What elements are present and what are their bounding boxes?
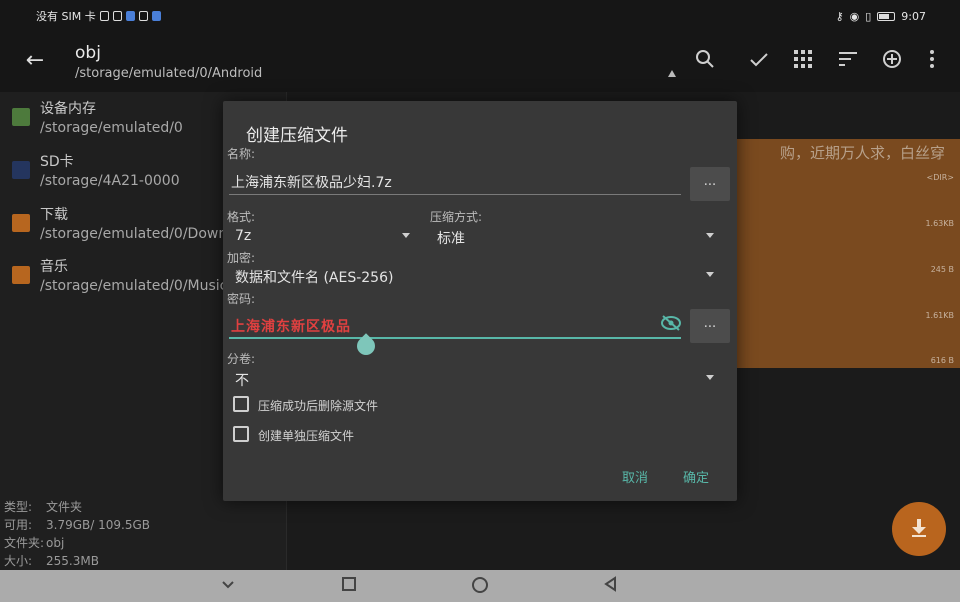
info-value: 文件夹 bbox=[46, 500, 83, 514]
sim-icon bbox=[99, 11, 109, 21]
volume-select[interactable]: 不 bbox=[235, 370, 249, 390]
volume-label: 分卷: bbox=[227, 352, 256, 366]
delete-source-checkbox[interactable] bbox=[233, 396, 249, 412]
sidebar-item-name: 设备内存 bbox=[40, 101, 96, 117]
compress-label: 压缩方式: bbox=[430, 210, 483, 224]
home-icon[interactable] bbox=[470, 576, 490, 596]
system-nav-bar bbox=[0, 570, 960, 602]
sidebar-item-path: /storage/emulated/0/Down bbox=[40, 226, 228, 242]
delete-source-label: 压缩成功后删除源文件 bbox=[258, 399, 379, 413]
wifi-icon bbox=[112, 11, 122, 21]
info-value: obj bbox=[46, 536, 65, 550]
sidebar-item-name: SD卡 bbox=[40, 154, 74, 170]
check-icon[interactable] bbox=[747, 49, 771, 73]
create-archive-dialog: 创建压缩文件 名称: 上海浦东新区极品少妇.7z ... 格式: 7z 压缩方式… bbox=[223, 101, 737, 501]
download-fab[interactable] bbox=[892, 502, 946, 556]
vibrate-icon: ▯ bbox=[865, 9, 872, 23]
info-label: 文件夹: bbox=[4, 536, 45, 550]
folder-title: obj bbox=[75, 43, 101, 63]
sd-card-icon bbox=[12, 161, 30, 179]
download-icon bbox=[910, 518, 928, 538]
dialog-title: 创建压缩文件 bbox=[246, 126, 348, 146]
archive-name-input[interactable]: 上海浦东新区极品少妇.7z bbox=[231, 172, 392, 192]
password-label: 密码: bbox=[227, 292, 256, 306]
info-label: 类型: bbox=[4, 500, 33, 514]
info-free: 可用: 3.79GB/ 109.5GB bbox=[4, 516, 150, 533]
info-type: 类型: 文件夹 bbox=[4, 498, 82, 515]
file-size: 1.61KB bbox=[925, 311, 954, 320]
password-input[interactable]: 上海浦东新区极品 bbox=[231, 316, 351, 336]
carrier-text: 没有 SIM 卡 bbox=[36, 10, 96, 23]
file-size: 616 B bbox=[930, 356, 954, 365]
separate-archive-label: 创建单独压缩文件 bbox=[258, 429, 355, 443]
info-size: 大小: 255.3MB bbox=[4, 552, 99, 569]
eye-status-icon: ◉ bbox=[849, 9, 860, 23]
file-size: 1.63KB bbox=[925, 219, 954, 228]
folder-icon bbox=[12, 214, 30, 232]
format-label: 格式: bbox=[227, 210, 256, 224]
battery-icon bbox=[877, 11, 896, 21]
file-size: 245 B bbox=[930, 265, 954, 274]
info-label: 可用: bbox=[4, 518, 33, 532]
key-icon: ⚷ bbox=[835, 9, 844, 23]
encrypt-label: 加密: bbox=[227, 251, 256, 265]
app-bar: ← obj /storage/emulated/0/Android bbox=[0, 32, 960, 92]
file-size: <DIR> bbox=[926, 173, 954, 182]
sort-icon[interactable] bbox=[836, 49, 860, 73]
visibility-off-icon[interactable] bbox=[660, 314, 682, 332]
volume-dropdown-icon[interactable] bbox=[706, 375, 714, 380]
app-notification-icon bbox=[125, 11, 135, 21]
message-icon bbox=[138, 11, 148, 21]
search-icon[interactable] bbox=[693, 49, 717, 73]
encrypt-select[interactable]: 数据和文件名 (AES-256) bbox=[235, 267, 393, 287]
name-browse-button[interactable]: ... bbox=[690, 167, 730, 201]
device-storage-icon bbox=[12, 108, 30, 126]
more-vert-icon[interactable] bbox=[920, 49, 944, 73]
sidebar-item-path: /storage/emulated/0/Music bbox=[40, 278, 228, 294]
compress-select[interactable]: 标准 bbox=[437, 228, 465, 248]
add-circle-icon[interactable] bbox=[880, 49, 904, 73]
name-label: 名称: bbox=[227, 147, 256, 161]
password-generate-button[interactable]: ... bbox=[690, 309, 730, 343]
selected-file-card[interactable]: 购，近期万人求，白丝穿 <DIR> 1.63KB 245 B 1.61KB 61… bbox=[736, 139, 960, 368]
password-underline bbox=[229, 337, 681, 339]
file-name-text: 购，近期万人求，白丝穿 bbox=[780, 144, 946, 162]
grid-icon[interactable] bbox=[791, 49, 815, 73]
recents-icon[interactable] bbox=[339, 576, 359, 596]
encrypt-dropdown-icon[interactable] bbox=[706, 272, 714, 277]
info-value: 3.79GB/ 109.5GB bbox=[46, 518, 150, 532]
browser-notification-icon bbox=[151, 11, 161, 21]
back-icon[interactable] bbox=[601, 576, 621, 596]
back-arrow-icon[interactable]: ← bbox=[22, 48, 48, 74]
cancel-button[interactable]: 取消 bbox=[622, 467, 648, 486]
sidebar-item-name: 音乐 bbox=[40, 259, 68, 275]
collapse-icon[interactable] bbox=[218, 576, 238, 596]
sidebar-item-path: /storage/4A21-0000 bbox=[40, 173, 180, 189]
ok-button[interactable]: 确定 bbox=[683, 467, 709, 486]
format-dropdown-icon[interactable] bbox=[402, 233, 410, 238]
format-select[interactable]: 7z bbox=[235, 228, 251, 244]
clock-text: 9:07 bbox=[901, 9, 926, 23]
path-dropdown-icon[interactable] bbox=[668, 70, 676, 77]
sidebar-item-path: /storage/emulated/0 bbox=[40, 120, 183, 136]
status-bar: 没有 SIM 卡 ⚷ ◉ ▯ 9:07 bbox=[0, 0, 960, 32]
folder-icon bbox=[12, 266, 30, 284]
info-value: 255.3MB bbox=[46, 554, 99, 568]
info-label: 大小: bbox=[4, 554, 33, 568]
sidebar-item-name: 下载 bbox=[40, 207, 68, 223]
name-underline bbox=[229, 194, 681, 195]
info-folder: 文件夹: obj bbox=[4, 534, 64, 551]
compress-dropdown-icon[interactable] bbox=[706, 233, 714, 238]
folder-path[interactable]: /storage/emulated/0/Android bbox=[75, 66, 262, 81]
separate-archive-checkbox[interactable] bbox=[233, 426, 249, 442]
